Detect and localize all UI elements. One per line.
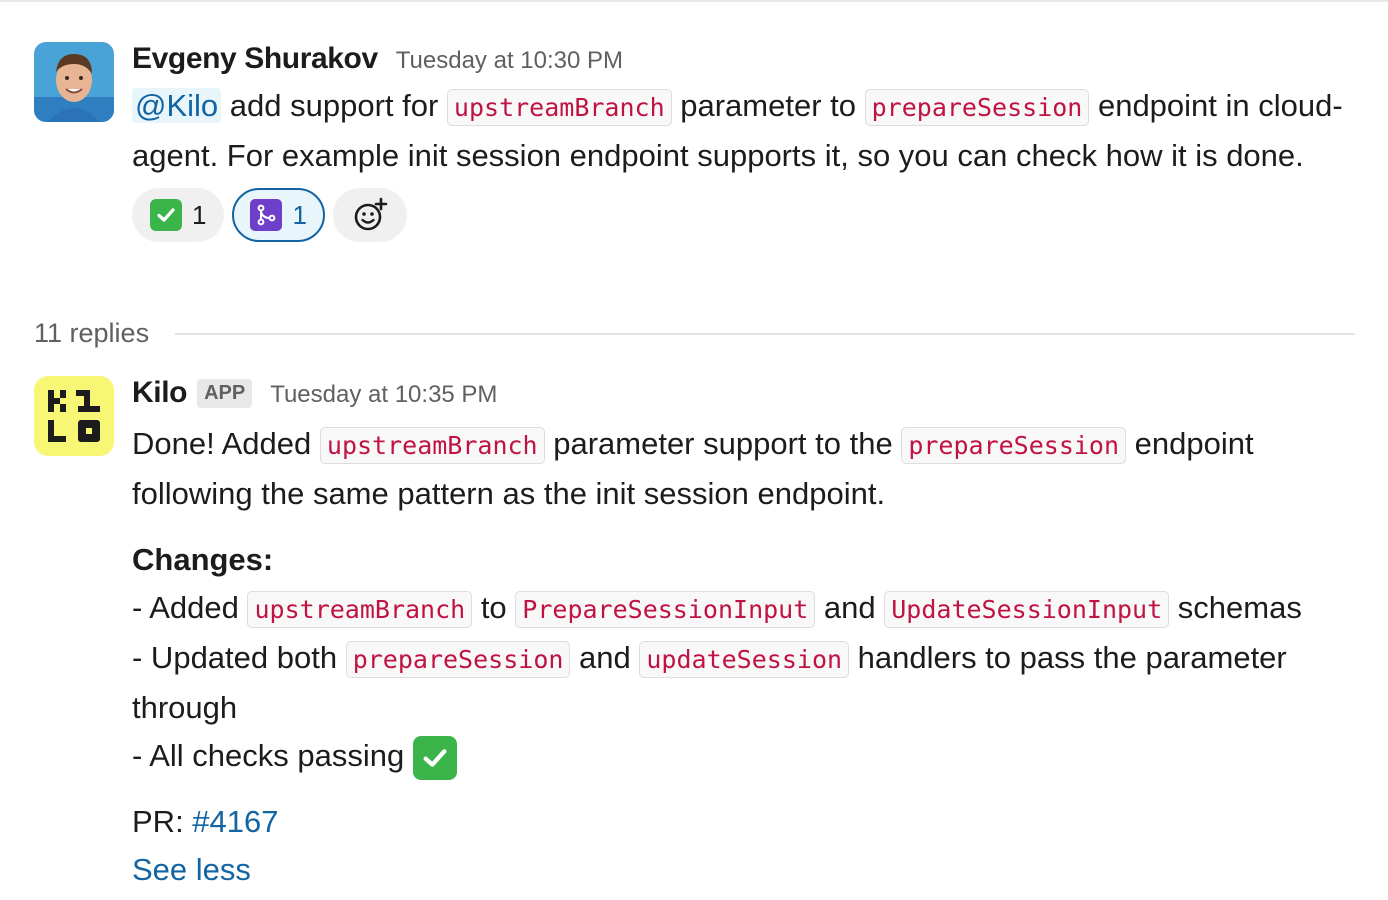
message-paragraph: Done! Added upstreamBranch parameter sup… bbox=[132, 420, 1366, 518]
sender-name[interactable]: Evgeny Shurakov bbox=[132, 42, 378, 76]
white-check-mark-icon bbox=[150, 199, 182, 231]
reactions-bar: 1 1 bbox=[132, 188, 1366, 242]
message-text: and bbox=[815, 590, 885, 625]
divider-line bbox=[175, 332, 1355, 335]
inline-code: UpdateSessionInput bbox=[884, 591, 1170, 628]
inline-code: upstreamBranch bbox=[446, 89, 672, 126]
change-line: - All checks passing bbox=[132, 732, 1366, 780]
change-line: - Added upstreamBranch to PrepareSession… bbox=[132, 584, 1366, 634]
message-text: - All checks passing bbox=[132, 738, 413, 773]
message-text: parameter to bbox=[671, 88, 865, 123]
add-reaction-button[interactable] bbox=[332, 188, 407, 242]
inline-code: upstreamBranch bbox=[319, 427, 545, 464]
git-merge-icon bbox=[250, 199, 283, 231]
message-text: - Updated both bbox=[132, 640, 346, 675]
change-line: - Updated both prepareSession and update… bbox=[132, 634, 1366, 732]
message-header: Kilo APP Tuesday at 10:35 PM bbox=[132, 376, 1366, 416]
message-text: - Added bbox=[132, 590, 248, 625]
inline-code: prepareSession bbox=[345, 641, 571, 678]
white-check-mark-icon bbox=[412, 735, 457, 780]
pr-label: PR: bbox=[132, 804, 193, 839]
reaction-count: 1 bbox=[292, 199, 307, 230]
inline-code: updateSession bbox=[639, 641, 850, 678]
inline-code: prepareSession bbox=[864, 89, 1090, 126]
message-text: and bbox=[570, 640, 640, 675]
avatar[interactable] bbox=[34, 42, 114, 122]
top-divider bbox=[0, 0, 1388, 2]
user-mention[interactable]: @Kilo bbox=[132, 88, 222, 123]
reaction-merge[interactable]: 1 bbox=[232, 188, 325, 242]
message-header: Evgeny Shurakov Tuesday at 10:30 PM bbox=[132, 42, 1366, 82]
replies-count[interactable]: 11 replies bbox=[34, 318, 149, 349]
sender-name[interactable]: Kilo bbox=[132, 376, 187, 410]
app-badge: APP bbox=[197, 379, 253, 408]
message-text: Done! Added bbox=[132, 426, 320, 461]
inline-code: prepareSession bbox=[901, 427, 1127, 464]
message-text: to bbox=[472, 590, 516, 625]
thread-replies-divider: 11 replies bbox=[34, 318, 1355, 349]
inline-code: upstreamBranch bbox=[247, 591, 473, 628]
timestamp[interactable]: Tuesday at 10:30 PM bbox=[396, 47, 623, 75]
pr-link[interactable]: #4167 bbox=[192, 804, 278, 839]
inline-code: PrepareSessionInput bbox=[515, 591, 816, 628]
see-less-link[interactable]: See less bbox=[132, 846, 1366, 894]
message-body: @Kilo add support for upstreamBranch par… bbox=[132, 82, 1366, 180]
reaction-check[interactable]: 1 bbox=[132, 188, 225, 242]
message-text: parameter support to the bbox=[544, 426, 902, 461]
reaction-count: 1 bbox=[192, 199, 207, 230]
changes-heading: Changes: bbox=[132, 542, 274, 577]
message-text: schemas bbox=[1169, 590, 1302, 625]
kilo-logo-avatar[interactable] bbox=[34, 376, 114, 456]
pr-line: PR: #4167 bbox=[132, 798, 1366, 846]
timestamp[interactable]: Tuesday at 10:35 PM bbox=[270, 381, 497, 409]
add-emoji-icon bbox=[354, 197, 388, 231]
message-text: add support for bbox=[221, 88, 447, 123]
